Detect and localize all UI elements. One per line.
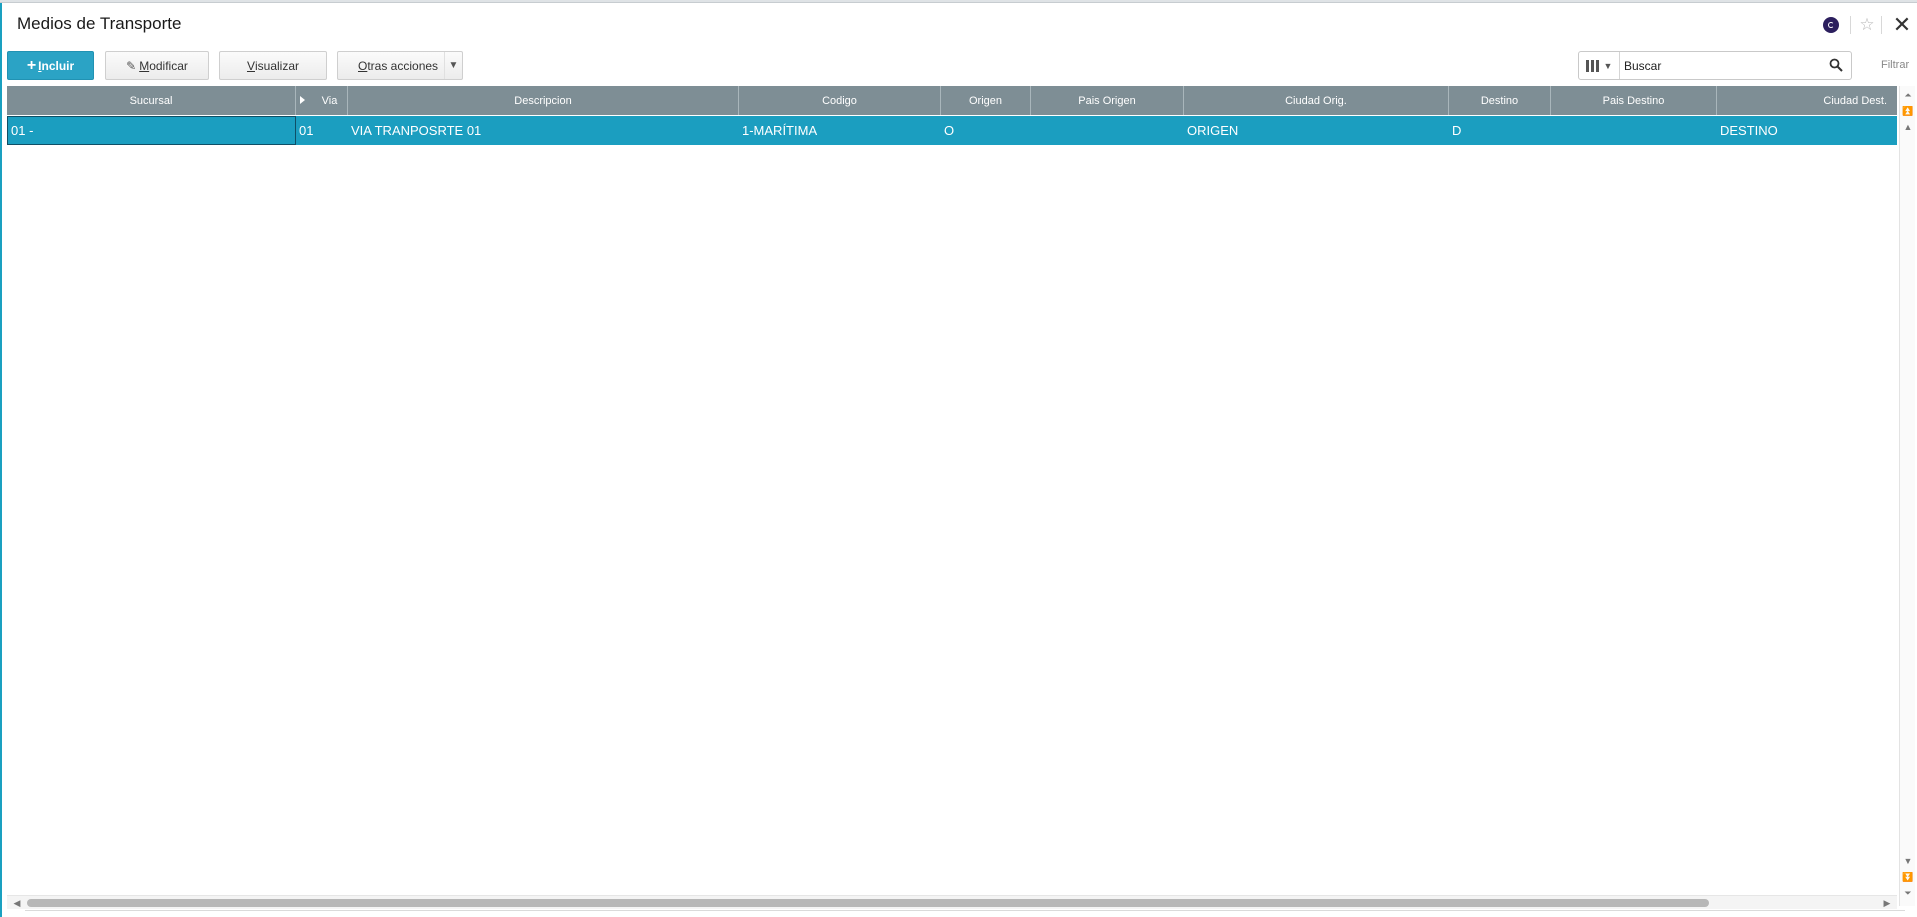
column-header-codigo[interactable]: Codigo [739, 86, 941, 115]
cell-codigo[interactable]: 1-MARÍTIMA [739, 116, 941, 145]
scroll-page-down-icon[interactable]: ⏬ [1900, 870, 1916, 884]
column-header-pais-origen[interactable]: Pais Origen [1031, 86, 1184, 115]
cell-ciudad-dest[interactable]: DESTINO [1717, 116, 1897, 145]
data-grid: Sucursal Via Descripcion Codigo Origen P… [7, 86, 1897, 896]
search-box: ▼ [1578, 51, 1852, 80]
close-icon[interactable]: ✕ [1890, 12, 1914, 38]
sort-indicator-icon [300, 96, 305, 104]
column-header-descripcion[interactable]: Descripcion [348, 86, 739, 115]
scroll-down-icon[interactable]: ▼ [1900, 854, 1916, 868]
column-header-origen[interactable]: Origen [941, 86, 1031, 115]
cell-destino[interactable]: D [1449, 116, 1551, 145]
table-row[interactable]: 01 - 01 VIA TRANPOSRTE 01 1-MARÍTIMA O O… [7, 116, 1897, 145]
cell-pais-destino[interactable] [1551, 116, 1717, 145]
column-header-sucursal[interactable]: Sucursal [7, 86, 296, 115]
vertical-scrollbar[interactable]: ⏶ ⏫ ▲ ▼ ⏬ ⏷ [1899, 86, 1915, 906]
column-header-ciudad-dest[interactable]: Ciudad Dest. [1717, 86, 1897, 115]
column-header-via[interactable]: Via [296, 86, 348, 115]
cell-ciudad-orig[interactable]: ORIGEN [1184, 116, 1449, 145]
user-circle-icon[interactable] [1823, 17, 1839, 33]
search-input[interactable] [1624, 54, 1824, 77]
scroll-left-icon[interactable]: ◀ [9, 896, 25, 910]
scroll-top-icon[interactable]: ⏶ [1900, 88, 1916, 102]
modificar-mnemonic: M [139, 58, 150, 73]
otras-label: tras acciones [367, 58, 439, 73]
chevron-down-icon: ▼ [1603, 60, 1613, 71]
otras-acciones-button[interactable]: Otras acciones ▼ [337, 51, 463, 80]
scroll-bottom-icon[interactable]: ⏷ [1900, 886, 1916, 900]
scroll-page-up-icon[interactable]: ⏫ [1900, 104, 1916, 118]
pencil-icon: ✎ [126, 58, 137, 73]
columns-button[interactable]: ▼ [1579, 52, 1620, 79]
cell-sucursal[interactable]: 01 - [7, 116, 296, 145]
filter-link[interactable]: Filtrar [1881, 59, 1909, 71]
page-title: Medios de Transporte [17, 14, 182, 33]
cell-origen[interactable]: O [941, 116, 1031, 145]
window-top-border [0, 0, 1917, 3]
star-icon[interactable]: ☆ [1856, 14, 1878, 36]
horizontal-scroll-thumb[interactable] [27, 899, 1709, 907]
scroll-right-icon[interactable]: ▶ [1879, 896, 1895, 910]
incluir-button[interactable]: + Incluir [7, 51, 94, 80]
plus-icon: + [26, 56, 37, 74]
visualizar-label: isualizar [255, 58, 300, 73]
header-separator [1881, 16, 1882, 34]
cell-pais-origen[interactable] [1031, 116, 1184, 145]
otras-mnemonic: O [358, 58, 368, 73]
column-header-destino[interactable]: Destino [1449, 86, 1551, 115]
visualizar-mnemonic: V [246, 58, 255, 73]
horizontal-scrollbar[interactable]: ◀ ▶ [7, 895, 1897, 909]
column-header-via-label: Via [321, 94, 338, 107]
cell-descripcion[interactable]: VIA TRANPOSRTE 01 [348, 116, 739, 145]
footer-divider [25, 910, 1905, 917]
window-left-accent [0, 3, 2, 917]
columns-icon [1585, 59, 1599, 72]
scroll-up-icon[interactable]: ▲ [1900, 120, 1916, 134]
column-header-pais-destino[interactable]: Pais Destino [1551, 86, 1717, 115]
caret-down-icon[interactable]: ▼ [444, 52, 462, 79]
cell-via[interactable]: 01 [296, 116, 348, 145]
visualizar-button[interactable]: Visualizar [219, 51, 327, 80]
search-icon[interactable] [1829, 58, 1843, 72]
grid-header: Sucursal Via Descripcion Codigo Origen P… [7, 86, 1897, 115]
modificar-button[interactable]: ✎ Modificar [105, 51, 209, 80]
column-header-ciudad-orig[interactable]: Ciudad Orig. [1184, 86, 1449, 115]
header-separator [1850, 16, 1851, 34]
incluir-label: ncluir [41, 58, 75, 73]
modificar-label: odificar [149, 58, 188, 73]
